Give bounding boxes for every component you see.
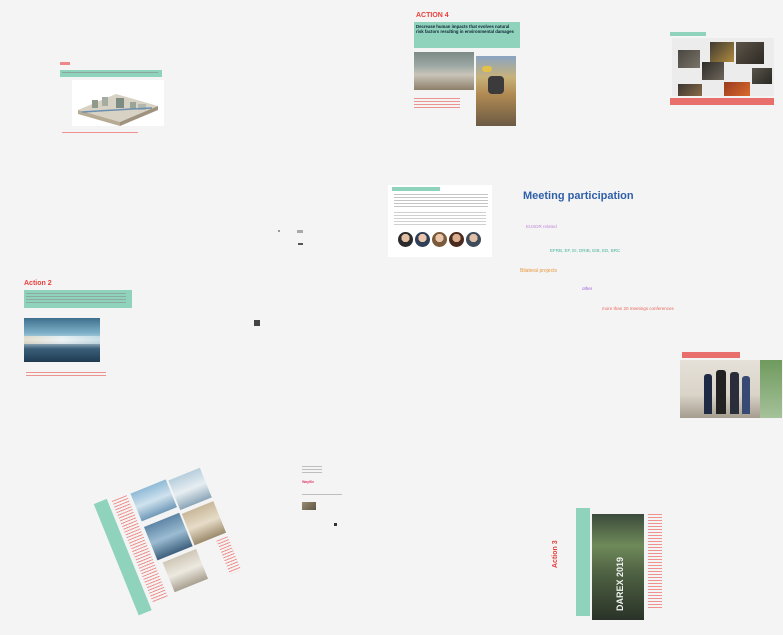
small-note-thumb [302,502,316,510]
portrait-5 [466,232,481,247]
action4-title: ACTION 4 [416,12,449,19]
portrait-1 [398,232,413,247]
action4-note [414,98,460,108]
collage-note-bar [670,98,774,105]
tiny-mark-a [297,230,303,233]
model-card-tag [60,62,70,65]
model-card[interactable] [60,62,170,142]
group-photo [680,360,782,418]
action2-subtitle-box [24,290,132,308]
small-note-pink-label: Wayfile [302,480,315,484]
meeting-line-networks: EFRB, EF, EI, DRIB, EIB, ED, BRC [550,248,621,253]
meeting-line-bilateral: Bilateral projects [520,268,557,274]
action4-flood-photo [414,52,474,90]
meeting-line-other: other [582,286,593,291]
doc-text-lines-2 [394,212,486,226]
action2-title: Action 2 [24,280,52,287]
portrait-3 [432,232,447,247]
meeting-participation[interactable]: Meeting participation EUSDR related EFRB… [520,188,740,318]
action3-book-cover: DAREX 2019 [592,514,644,620]
doc-header-bar [392,187,440,191]
portrait-2 [415,232,430,247]
small-note-dot [334,523,337,526]
action3-book-title: DAREX 2019 [615,556,625,611]
photo-collage-card[interactable] [670,28,776,108]
meeting-line-conferences: more than 20 meetings conferences [602,306,674,311]
small-note-lines-2 [302,494,342,497]
portrait-4 [449,232,464,247]
action3-sidebar [576,508,590,616]
model-card-caption-bar [60,70,162,77]
rotated-card-right-text [216,536,242,575]
small-note-card[interactable]: Wayfile [300,466,350,528]
action3-text [648,514,662,610]
bottom-left-rotated-card[interactable] [93,461,247,616]
tiny-mark-c [278,230,280,232]
small-note-lines [302,466,322,474]
action3-card[interactable]: Action 3 DAREX 2019 [552,508,672,626]
tiny-mark-d [254,320,260,326]
meeting-line-eusdr: EUSDR related [526,224,557,229]
collage-caption-bar [670,32,706,36]
model-card-note [62,132,138,135]
action4-rescue-photo [476,56,516,126]
rotated-photo-5 [162,549,209,593]
doc-text-lines [394,194,488,209]
group-photo-card[interactable] [680,350,782,418]
meeting-title: Meeting participation [523,190,634,202]
collage-panel [672,38,774,96]
action2-card[interactable]: Action 2 [22,280,134,385]
action2-note [26,372,106,378]
action4-subtitle-box: Decrease human impacts that evolves natu… [414,22,520,48]
action4-card[interactable]: ACTION 4 Decrease human impacts that evo… [414,12,524,126]
group-photo-caption-bar [682,352,740,358]
tiny-mark-b [298,243,303,245]
action4-subtitle: Decrease human impacts that evolves natu… [416,24,514,35]
model-diagram-image [72,80,164,126]
model-card-caption-lines [62,72,158,75]
action2-landscape-photo [24,318,100,362]
action3-title: Action 3 [552,540,559,568]
center-document-card[interactable] [388,185,492,257]
